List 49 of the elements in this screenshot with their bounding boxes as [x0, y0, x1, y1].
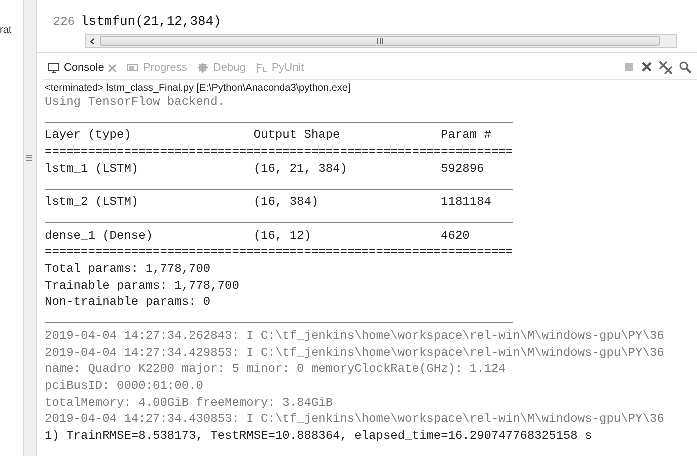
line-number: 226 — [52, 15, 76, 29]
table-cell: 1181184 — [441, 194, 492, 211]
output-line: totalMemory: 4.00GiB freeMemory: 3.84GiB — [45, 394, 334, 412]
console-tab[interactable]: Console — [43, 58, 122, 78]
table-cell-text: (16, 21, 384) — [254, 160, 348, 178]
output-line: ================================================================= — [45, 244, 514, 262]
horizontal-scrollbar[interactable] — [85, 34, 677, 48]
output-line: Trainable params: 1,778,700 — [45, 278, 240, 294]
table-cell: 4620 — [441, 228, 470, 244]
output-line: 2019-04-04 14:27:34.262843: I C:\tf_jenkins\home\workspace\rel-win\M\windows-gpu\PY\36 — [45, 328, 666, 345]
remove-all-icon[interactable] — [659, 61, 673, 75]
console-tab[interactable]: Progress — [122, 58, 192, 78]
scroll-thumb[interactable] — [100, 36, 660, 46]
output-line: pciBusID: 0000:01:00.0 — [45, 378, 204, 395]
table-cell-text: Layer (type) — [45, 127, 132, 144]
table-cell: 592896 — [441, 160, 484, 178]
table-cell-text: (16, 12) — [254, 228, 312, 244]
console-tab[interactable]: PyUnit — [250, 58, 310, 78]
monitor-icon — [48, 62, 60, 74]
panel-label: rat — [0, 24, 13, 38]
close-icon[interactable] — [641, 61, 653, 73]
output-line: Using TensorFlow backend. — [45, 94, 226, 111]
output-line: 2019-04-04 14:27:34.429853: I C:\tf_jenkins\home\workspace\rel-win\M\windows-gpu\PY\36 — [45, 344, 666, 362]
grip-icon — [376, 38, 384, 44]
progress-bar-icon — [127, 62, 140, 74]
output-line: 2019-04-04 14:27:34.430853: I C:\tf_jenkins\home\workspace\rel-win\M\windows-gpu\PY\36 — [45, 411, 666, 428]
output-line: 1) TrainRMSE=8.538173, TestRMSE=10.888364, elapsed_time=16.290747768325158 s — [45, 428, 594, 445]
output-line: name: Quadro K2200 major: 5 minor: 0 memoryClockRate(GHz): 1.124 — [45, 361, 507, 378]
stop-icon[interactable] — [623, 61, 635, 73]
output-line: Total params: 1,778,700 — [45, 261, 212, 278]
table-cell-text: lstm_1 (LSTM) — [45, 160, 140, 178]
output-line: _________________________________________________________________ — [45, 311, 514, 328]
table-cell-text: lstm_2 (LSTM) — [45, 194, 140, 211]
table-cell: Param # — [441, 127, 492, 144]
table-cell-text: (16, 384) — [254, 194, 320, 211]
output-line: ================================================================= — [45, 144, 514, 161]
output-line: _________________________________________________________________ — [45, 178, 514, 194]
search-icon[interactable] — [679, 61, 693, 75]
output-line: _________________________________________________________________ — [45, 110, 514, 128]
table-cell-text: Output Shape — [254, 127, 342, 144]
output-line: Non-trainable params: 0 — [45, 294, 212, 312]
process-status: <terminated> lstm_class_Final.py [E:\Python\Anaconda3\python.exe] — [44, 82, 352, 94]
output-line: _________________________________________________________________ — [45, 210, 514, 228]
console-tab[interactable]: Debug — [192, 58, 251, 78]
menu-icon[interactable] — [26, 154, 32, 162]
test-icon — [256, 62, 268, 74]
code-line: lstmfun(21,12,384) — [81, 14, 222, 29]
table-cell-text: dense_1 (Dense) — [45, 228, 154, 244]
bug-icon — [197, 62, 210, 74]
